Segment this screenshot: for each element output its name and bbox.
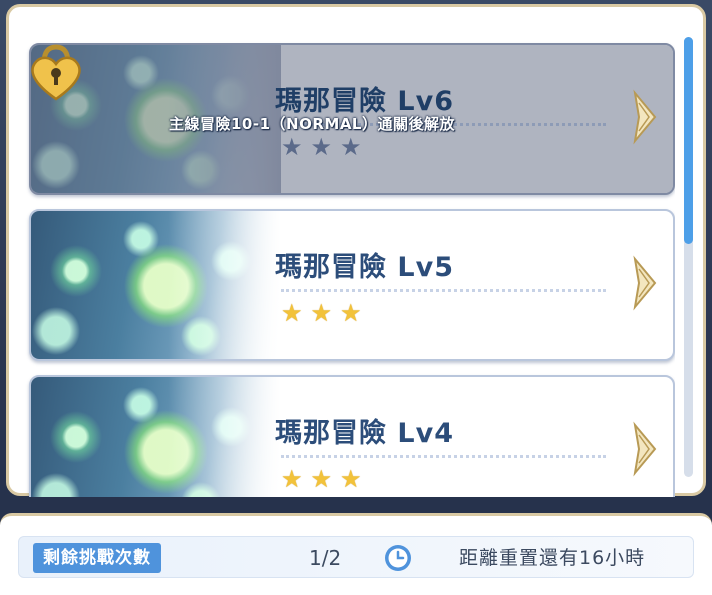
unlock-condition-text: 主線冒險10-1（NORMAL）通關後解放	[169, 115, 455, 133]
star-rating: ★ ★ ★	[281, 135, 362, 159]
stage-list-panel: 瑪那冒險 Lv6 ★ ★ ★ 主線冒險10-1（NORMAL）通關後解放 瑪那冒…	[6, 4, 706, 497]
chevron-right-icon[interactable]	[631, 89, 659, 145]
challenge-info-bar: 剩餘挑戰次數 1/2 距離重置還有16小時	[18, 536, 694, 578]
chevron-right-icon[interactable]	[631, 255, 659, 311]
remaining-attempts-count: 1/2	[309, 546, 342, 570]
chevron-right-icon[interactable]	[631, 421, 659, 477]
star-icon: ★	[310, 133, 333, 161]
reset-countdown: 距離重置還有16小時	[459, 547, 646, 569]
star-icon: ★	[310, 299, 333, 327]
clock-icon	[385, 545, 411, 571]
star-icon: ★	[281, 465, 303, 493]
challenge-footer: 剩餘挑戰次數 1/2 距離重置還有16小時	[0, 513, 712, 595]
stage-title: 瑪那冒險 Lv5	[275, 252, 454, 283]
padlock-heart-icon	[31, 44, 81, 101]
scroll-thumb[interactable]	[684, 37, 693, 244]
stage-card-lv4[interactable]: 瑪那冒險 Lv4 ★ ★ ★	[29, 375, 675, 497]
star-icon: ★	[281, 133, 303, 161]
star-icon: ★	[281, 299, 303, 327]
divider	[281, 289, 606, 292]
stage-list[interactable]: 瑪那冒險 Lv6 ★ ★ ★ 主線冒險10-1（NORMAL）通關後解放 瑪那冒…	[23, 37, 675, 497]
stage-art	[31, 377, 281, 497]
stage-art	[31, 211, 281, 359]
stage-title: 瑪那冒險 Lv4	[275, 418, 454, 449]
remaining-attempts-label: 剩餘挑戰次數	[33, 543, 161, 573]
divider	[281, 455, 606, 458]
stage-card-lv6[interactable]: 瑪那冒險 Lv6 ★ ★ ★ 主線冒險10-1（NORMAL）通關後解放	[29, 43, 675, 195]
stage-card-lv5[interactable]: 瑪那冒險 Lv5 ★ ★ ★	[29, 209, 675, 361]
star-icon: ★	[340, 465, 362, 493]
star-rating: ★ ★ ★	[281, 467, 362, 491]
star-rating: ★ ★ ★	[281, 301, 362, 325]
star-icon: ★	[340, 133, 362, 161]
star-icon: ★	[310, 465, 333, 493]
scrollbar[interactable]	[684, 37, 693, 477]
star-icon: ★	[340, 299, 362, 327]
